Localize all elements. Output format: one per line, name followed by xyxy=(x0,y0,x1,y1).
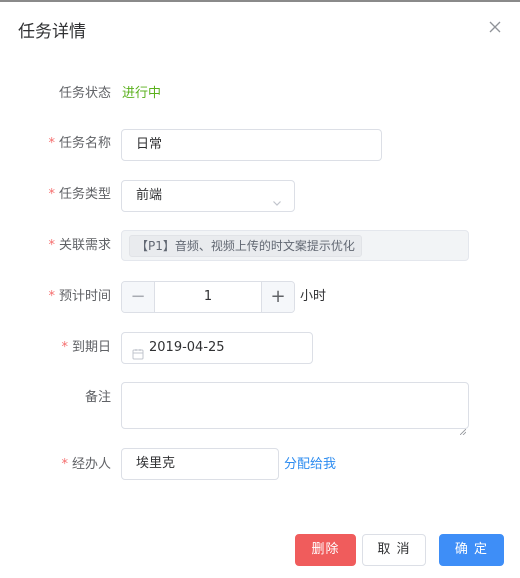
assignee-label-text: 经办人 xyxy=(71,457,111,472)
increment-button[interactable]: + xyxy=(261,282,294,312)
requirement-tag: 【P1】音频、视频上传的时文案提示优化 xyxy=(129,235,362,257)
due-date-value: 2019-04-25 xyxy=(149,340,225,355)
required-star: * xyxy=(48,136,55,151)
due-date-label-text: 到期日 xyxy=(71,340,111,355)
task-type-value: 前端 xyxy=(136,188,163,203)
delete-button[interactable]: 删除 xyxy=(295,534,356,566)
task-type-label: * 任务类型 xyxy=(48,185,111,205)
requirement-label: * 关联需求 xyxy=(48,236,111,256)
requirement-label-text: 关联需求 xyxy=(58,238,111,253)
assignee-value: 埃里克 xyxy=(136,456,176,471)
task-name-value: 日常 xyxy=(136,137,163,152)
estimate-label-text: 预计时间 xyxy=(58,289,111,304)
task-name-label: * 任务名称 xyxy=(48,134,111,154)
close-icon[interactable] xyxy=(486,18,504,36)
decrement-button[interactable]: − xyxy=(122,282,155,312)
task-name-label-text: 任务名称 xyxy=(58,136,111,151)
requirement-field[interactable]: 【P1】音频、视频上传的时文案提示优化 xyxy=(121,230,469,261)
required-star: * xyxy=(48,289,55,304)
required-star: * xyxy=(48,187,55,202)
task-type-label-text: 任务类型 xyxy=(58,187,111,202)
assign-to-me-link[interactable]: 分配给我 xyxy=(284,455,336,475)
status-label-text: 任务状态 xyxy=(58,86,111,101)
required-star: * xyxy=(48,238,55,253)
task-detail-dialog: 任务详情 任务状态 进行中 * 任务名称 日常 * 任务类型 前端 * 关联需求 【P… xyxy=(0,0,520,578)
due-date-picker[interactable]: 2019-04-25 xyxy=(121,332,313,364)
task-type-select[interactable]: 前端 xyxy=(121,180,295,212)
required-star: * xyxy=(61,340,68,355)
assignee-input[interactable]: 埃里克 xyxy=(121,448,279,480)
assignee-label: * 经办人 xyxy=(61,455,111,475)
chevron-down-icon xyxy=(272,190,282,206)
status-label: 任务状态 xyxy=(59,84,111,104)
status-value: 进行中 xyxy=(122,86,162,101)
cancel-button[interactable]: 取 消 xyxy=(362,534,426,566)
estimate-input[interactable]: 1 xyxy=(155,282,261,312)
required-star: * xyxy=(61,457,68,472)
remark-textarea[interactable] xyxy=(121,382,469,436)
due-date-label: * 到期日 xyxy=(61,338,111,358)
resize-handle-icon[interactable] xyxy=(459,420,467,436)
calendar-icon xyxy=(132,342,144,360)
remark-label-text: 备注 xyxy=(84,390,111,405)
confirm-button[interactable]: 确 定 xyxy=(439,534,504,566)
estimate-label: * 预计时间 xyxy=(48,287,111,307)
estimate-stepper: − 1 + xyxy=(121,281,295,313)
dialog-title: 任务详情 xyxy=(18,22,86,42)
task-name-input[interactable]: 日常 xyxy=(121,129,382,161)
estimate-unit: 小时 xyxy=(300,289,327,304)
remark-label: 备注 xyxy=(85,388,111,408)
